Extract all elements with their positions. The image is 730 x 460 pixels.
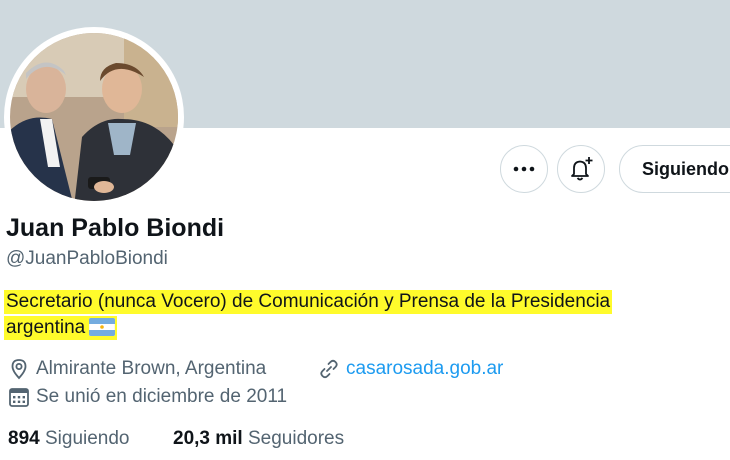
bio-text: argentina	[6, 317, 86, 338]
followers-count: 20,3 mil	[173, 428, 243, 449]
location-text: Almirante Brown, Argentina	[36, 358, 267, 379]
following-label: Siguiendo	[44, 428, 130, 449]
link-icon	[320, 359, 338, 379]
followers-stat[interactable]: 20,3 mil Seguidores	[173, 428, 344, 450]
profile-joined-date: Se unió en diciembre de 2011	[8, 386, 287, 408]
more-horizontal-icon	[513, 166, 535, 172]
followers-label: Seguidores	[248, 428, 345, 449]
location-pin-icon	[11, 359, 27, 380]
calendar-icon	[9, 388, 29, 407]
profile-name: Juan Pablo Biondi	[6, 214, 225, 242]
profile-location: Almirante Brown, Argentina	[8, 358, 266, 380]
following-stat[interactable]: 894 Siguiendo	[8, 428, 130, 450]
more-options-button[interactable]	[500, 145, 548, 193]
profile-bio-line-2: argentina	[4, 316, 118, 340]
following-button[interactable]: Siguiendo	[619, 145, 730, 193]
joined-text: Se unió en diciembre de 2011	[36, 386, 288, 407]
following-count: 894	[8, 428, 40, 449]
notifications-button[interactable]	[557, 145, 605, 193]
profile-avatar[interactable]	[4, 27, 184, 207]
website-link[interactable]: casarosada.gob.ar	[346, 358, 503, 380]
bell-plus-icon	[571, 157, 593, 181]
profile-handle: @JuanPabloBiondi	[6, 248, 168, 269]
argentina-flag-icon	[89, 318, 116, 336]
avatar-photo	[10, 33, 178, 201]
profile-bio-line-1: Secretario (nunca Vocero) de Comunicació…	[4, 290, 613, 314]
profile-website[interactable]: casarosada.gob.ar	[318, 358, 503, 380]
